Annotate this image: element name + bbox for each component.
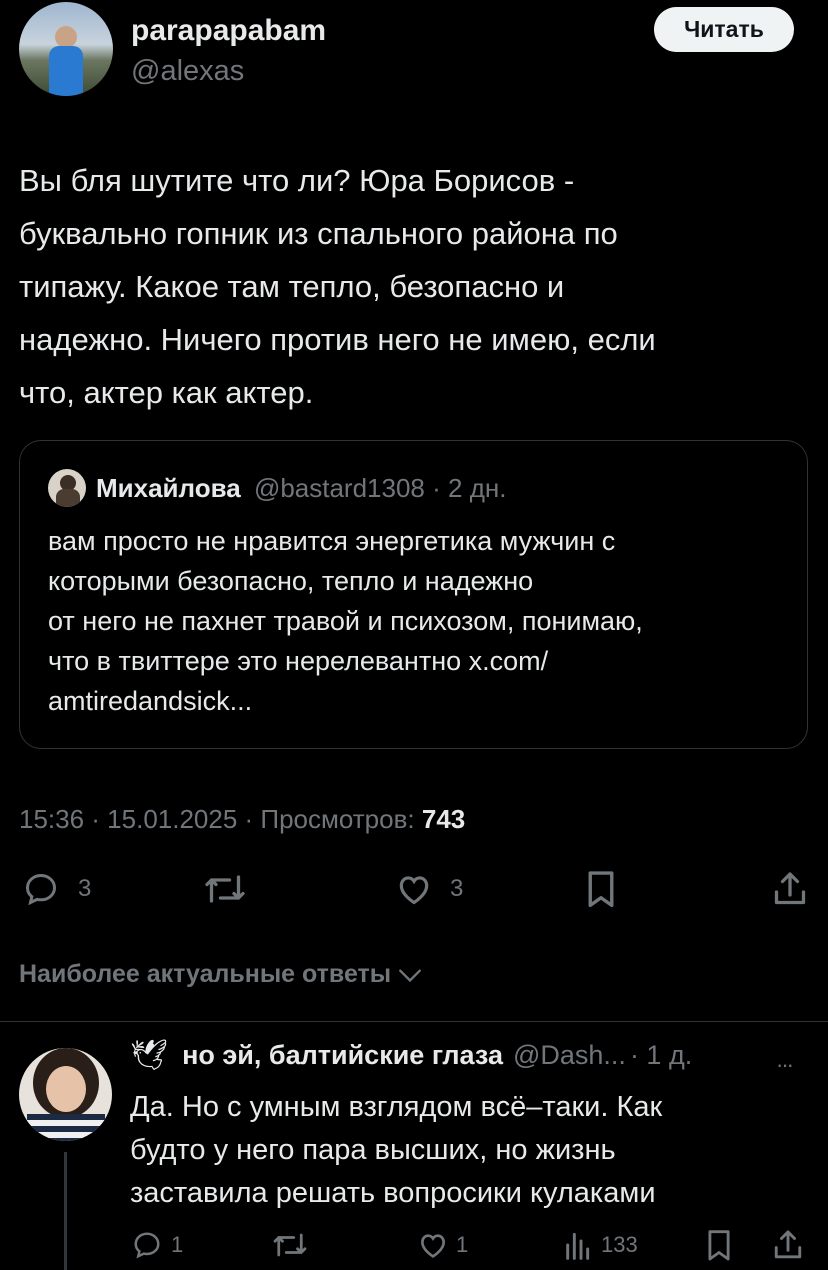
tweet-line: Вы бля шутите что ли? Юра Борисов - <box>19 163 575 198</box>
quote-author-handle[interactable]: @bastard1308 <box>254 473 425 503</box>
tweet-line: буквально гопник из спального района по <box>19 216 618 251</box>
retweet-icon <box>271 1230 309 1260</box>
reply-like-button[interactable]: 1 <box>416 1229 468 1261</box>
quote-avatar <box>48 469 86 507</box>
like-icon <box>416 1229 450 1261</box>
bookmark-button[interactable] <box>585 870 617 910</box>
reply-views-button[interactable]: 133 <box>563 1229 638 1261</box>
replies-sort-dropdown[interactable]: Наиболее актуальные ответы <box>19 960 423 989</box>
tweet-timestamp: 15:36 · 15.01.2025 · Просмотров: <box>19 804 422 834</box>
quote-line: которыми безопасно, тепло и надежно <box>48 566 534 596</box>
author-avatar[interactable] <box>19 2 113 96</box>
quote-line: вам просто не нравится энергетика мужчин… <box>48 526 616 556</box>
sort-label: Наиболее актуальные ответы <box>19 960 392 988</box>
bookmark-icon <box>706 1229 732 1263</box>
reply-view-count: 133 <box>601 1232 638 1257</box>
reply-text: Да. Но с умным взглядом всё–таки. Как бу… <box>130 1086 810 1215</box>
reply-button[interactable]: 3 <box>22 871 91 907</box>
quote-timestamp: · 2 дн. <box>432 473 507 503</box>
quote-author-name[interactable]: Михайлова <box>96 473 241 503</box>
chevron-down-icon <box>397 965 423 985</box>
reply-line: будто у него пара высших, но жизнь <box>130 1134 616 1166</box>
author-name[interactable]: parapapabam <box>131 14 326 48</box>
share-icon <box>772 1228 804 1262</box>
reply-share-button[interactable] <box>772 1228 804 1262</box>
reply-line: Да. Но с умным взглядом всё–таки. Как <box>130 1091 663 1123</box>
view-count[interactable]: 743 <box>422 804 465 834</box>
views-chart-icon <box>563 1229 591 1261</box>
reply-icon <box>131 1230 163 1260</box>
reply-count: 3 <box>78 875 92 902</box>
quote-line: amtiredandsick... <box>48 686 253 716</box>
reply-line: заставила решать вопросики кулаками <box>130 1177 656 1209</box>
like-button[interactable]: 3 <box>394 870 463 908</box>
reply-reply-count: 1 <box>171 1232 184 1257</box>
reply-timestamp: · 1 д. <box>629 1040 693 1070</box>
follow-button[interactable]: Читать <box>654 7 794 52</box>
bookmark-icon <box>585 870 617 910</box>
reply-like-count: 1 <box>456 1232 469 1257</box>
quote-text: вам просто не нравится энергетика мужчин… <box>48 521 788 721</box>
retweet-button[interactable] <box>202 871 248 907</box>
quote-tweet-card[interactable]: Михайлова @bastard1308 · 2 дн. вам прост… <box>19 440 808 749</box>
quote-line: от него не пахнет травой и психозом, пон… <box>48 606 643 636</box>
reply-retweet-button[interactable] <box>271 1230 309 1260</box>
divider <box>0 1021 828 1022</box>
tweet-line: что, актер как актер. <box>19 375 314 410</box>
quote-line: что в твиттере это нерелевантно x.com/ <box>48 646 549 676</box>
like-count: 3 <box>450 875 464 902</box>
tweet-text: Вы бля шутите что ли? Юра Борисов - букв… <box>19 154 809 419</box>
reply-avatar[interactable] <box>19 1048 112 1141</box>
thread-line <box>64 1152 67 1270</box>
reply-author-name[interactable]: но эй, балтийские глаза <box>182 1040 503 1071</box>
reply-reply-button[interactable]: 1 <box>131 1230 183 1260</box>
dove-emoji: 🕊 <box>130 1039 169 1072</box>
tweet-line: типажу. Какое там тепло, безопасно и <box>19 269 565 304</box>
like-icon <box>394 870 434 908</box>
reply-author-handle[interactable]: @Dash... <box>513 1040 626 1071</box>
tweet-line: надежно. Ничего против него не имею, есл… <box>19 322 656 357</box>
share-button[interactable] <box>772 869 808 909</box>
reply-bookmark-button[interactable] <box>706 1229 732 1263</box>
more-options-icon[interactable]: ··· <box>776 1052 794 1078</box>
retweet-icon <box>202 871 248 907</box>
author-handle[interactable]: @alexas <box>131 55 244 88</box>
reply-icon <box>22 871 60 907</box>
share-icon <box>772 869 808 909</box>
